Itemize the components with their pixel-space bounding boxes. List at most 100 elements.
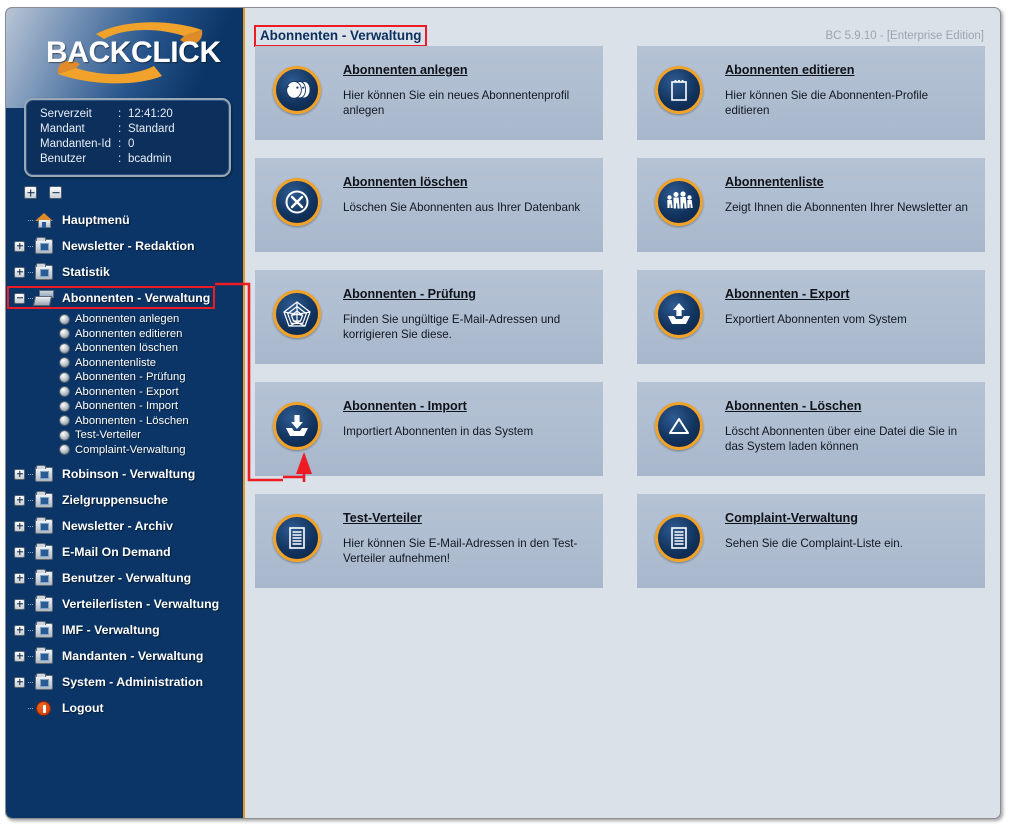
twisty-minus-icon[interactable]	[14, 292, 25, 304]
tree-line	[28, 551, 33, 553]
upload-tray-icon	[655, 290, 703, 338]
sidebar-item-zielgruppensuche[interactable]: Zielgruppensuche	[6, 487, 243, 513]
application-window: BACKCLICK Serverzeit : 12:41:20 Mandant …	[5, 7, 1001, 819]
card-abonnenten-loeschen[interactable]: Abonnenten löschen Löschen Sie Abonnente…	[255, 158, 603, 252]
sidebar-item-newsletter-archiv[interactable]: Newsletter - Archiv	[6, 513, 243, 539]
folder-icon	[34, 237, 56, 255]
sidebar-subitem-complaint[interactable]: Complaint-Verwaltung	[6, 443, 243, 458]
sidebar-subitem-label: Abonnentenliste	[75, 356, 157, 369]
sidebar-subitem-abonnentenliste[interactable]: Abonnentenliste	[6, 356, 243, 371]
notepad-icon	[655, 66, 703, 114]
card-abonnenten-anlegen[interactable]: Abonnenten anlegen Hier können Sie ein n…	[255, 46, 603, 140]
bullet-icon	[60, 329, 69, 339]
twisty-plus-icon[interactable]	[14, 520, 25, 532]
twisty-plus-icon[interactable]	[14, 650, 25, 662]
folder-icon	[34, 621, 56, 639]
twisty-plus-icon[interactable]	[14, 572, 25, 584]
sidebar-item-newsletter-redaktion[interactable]: Newsletter - Redaktion	[6, 233, 243, 259]
sidebar-item-mandanten-verwaltung[interactable]: Mandanten - Verwaltung	[6, 643, 243, 669]
twisty-plus-icon[interactable]	[14, 240, 25, 252]
sidebar-subitem-anlegen[interactable]: Abonnenten anlegen	[6, 312, 243, 327]
card-title-link[interactable]: Abonnenten löschen	[343, 175, 468, 189]
card-description: Sehen Sie die Complaint-Liste ein.	[725, 537, 903, 550]
card-abonnenten-export[interactable]: Abonnenten - Export Exportiert Abonnente…	[637, 270, 985, 364]
sidebar-subitem-pruefung[interactable]: Abonnenten - Prüfung	[6, 370, 243, 385]
bullet-icon	[60, 430, 69, 440]
card-abonnenten-loeschen-datei[interactable]: Abonnenten - Löschen Löscht Abonnenten ü…	[637, 382, 985, 476]
bullet-icon	[60, 401, 69, 411]
card-title-link[interactable]: Abonnentenliste	[725, 175, 824, 189]
folder-icon	[34, 517, 56, 535]
card-abonnenten-pruefung[interactable]: Abonnenten - Prüfung Finden Sie ungültig…	[255, 270, 603, 364]
sidebar-item-label: Verteilerlisten - Verwaltung	[62, 597, 220, 611]
card-abonnentenliste[interactable]: Abonnentenliste Zeigt Ihnen die Abonnent…	[637, 158, 985, 252]
folder-icon	[34, 263, 56, 281]
version-label: BC 5.9.10 - [Enterprise Edition]	[825, 30, 984, 42]
tree-line	[28, 603, 33, 605]
info-separator: :	[118, 108, 122, 120]
card-description: Finden Sie ungültige E-Mail-Adressen und…	[343, 313, 561, 341]
card-abonnenten-editieren[interactable]: Abonnenten editieren Hier können Sie die…	[637, 46, 985, 140]
card-title-link[interactable]: Abonnenten - Export	[725, 287, 850, 301]
card-description: Löschen Sie Abonnenten aus Ihrer Datenba…	[343, 201, 581, 214]
sidebar-item-robinson-verwaltung[interactable]: Robinson - Verwaltung	[6, 461, 243, 487]
card-title-link[interactable]: Test-Verteiler	[343, 511, 422, 525]
tree-line	[28, 499, 33, 501]
sidebar-item-abonnenten-verwaltung[interactable]: Abonnenten - Verwaltung	[6, 285, 243, 311]
tree-line	[28, 681, 33, 683]
folder-icon	[34, 543, 56, 561]
twisty-plus-icon[interactable]	[14, 494, 25, 506]
twisty-plus-icon[interactable]	[14, 676, 25, 688]
card-title-link[interactable]: Abonnenten anlegen	[343, 63, 468, 77]
sidebar-subitem-import[interactable]: Abonnenten - Import	[6, 399, 243, 414]
card-title-link[interactable]: Abonnenten - Import	[343, 399, 467, 413]
sidebar-subitem-loeschen[interactable]: Abonnenten löschen	[6, 341, 243, 356]
sidebar-subitem-export[interactable]: Abonnenten - Export	[6, 385, 243, 400]
folder-icon	[34, 569, 56, 587]
logout-icon	[34, 699, 56, 717]
sidebar-item-system-administration[interactable]: System - Administration	[6, 669, 243, 695]
sidebar-item-imf-verwaltung[interactable]: IMF - Verwaltung	[6, 617, 243, 643]
card-complaint-verwaltung[interactable]: Complaint-Verwaltung Sehen Sie die Compl…	[637, 494, 985, 588]
twisty-plus-icon[interactable]	[14, 266, 25, 278]
sidebar-item-hauptmenu[interactable]: Hauptmenü	[6, 207, 243, 233]
sidebar-subitem-label: Abonnenten - Import	[75, 400, 178, 413]
twisty-plus-icon[interactable]	[14, 598, 25, 610]
card-title-link[interactable]: Complaint-Verwaltung	[725, 511, 858, 525]
card-description: Löscht Abonnenten über eine Datei die Si…	[725, 425, 958, 453]
card-title-link[interactable]: Abonnenten - Prüfung	[343, 287, 476, 301]
brand-logo[interactable]: BACKCLICK	[6, 8, 243, 96]
sidebar-item-verteilerlisten-verwaltung[interactable]: Verteilerlisten - Verwaltung	[6, 591, 243, 617]
folder-icon	[34, 673, 56, 691]
sidebar-item-logout[interactable]: Logout	[6, 695, 243, 721]
card-title-link[interactable]: Abonnenten - Löschen	[725, 399, 861, 413]
sidebar-subitem-test-verteiler[interactable]: Test-Verteiler	[6, 428, 243, 443]
card-abonnenten-import[interactable]: Abonnenten - Import Importiert Abonnente…	[255, 382, 603, 476]
card-test-verteiler[interactable]: Test-Verteiler Hier können Sie E-Mail-Ad…	[255, 494, 603, 588]
info-value: 0	[128, 138, 135, 150]
sidebar-subitem-label: Complaint-Verwaltung	[75, 443, 186, 456]
page-title: Abonnenten - Verwaltung	[254, 25, 428, 47]
expand-all-button[interactable]	[24, 186, 37, 199]
sidebar-subnav-abonnenten: Abonnenten anlegen Abonnenten editieren …	[6, 311, 243, 461]
sidebar-item-benutzer-verwaltung[interactable]: Benutzer - Verwaltung	[6, 565, 243, 591]
sidebar-item-label: Benutzer - Verwaltung	[62, 571, 192, 585]
twisty-plus-icon[interactable]	[14, 546, 25, 558]
folder-icon	[34, 465, 56, 483]
info-key: Mandanten-Id	[40, 138, 111, 150]
folder-icon	[34, 595, 56, 613]
tree-line	[28, 707, 33, 709]
collapse-all-button[interactable]	[49, 186, 62, 199]
sidebar-subitem-loeschen-datei[interactable]: Abonnenten - Löschen	[6, 414, 243, 429]
card-title-link[interactable]: Abonnenten editieren	[725, 63, 854, 77]
sidebar-item-email-on-demand[interactable]: E-Mail On Demand	[6, 539, 243, 565]
twisty-plus-icon[interactable]	[14, 624, 25, 636]
sidebar-item-label: Statistik	[62, 265, 110, 279]
twisty-plus-icon[interactable]	[14, 468, 25, 480]
sidebar-subitem-editieren[interactable]: Abonnenten editieren	[6, 327, 243, 342]
sidebar-item-statistik[interactable]: Statistik	[6, 259, 243, 285]
info-row: Benutzer : bcadmin	[40, 152, 219, 167]
house-icon	[34, 211, 56, 229]
sidebar-item-label: Logout	[62, 701, 104, 715]
people-group-icon	[655, 178, 703, 226]
